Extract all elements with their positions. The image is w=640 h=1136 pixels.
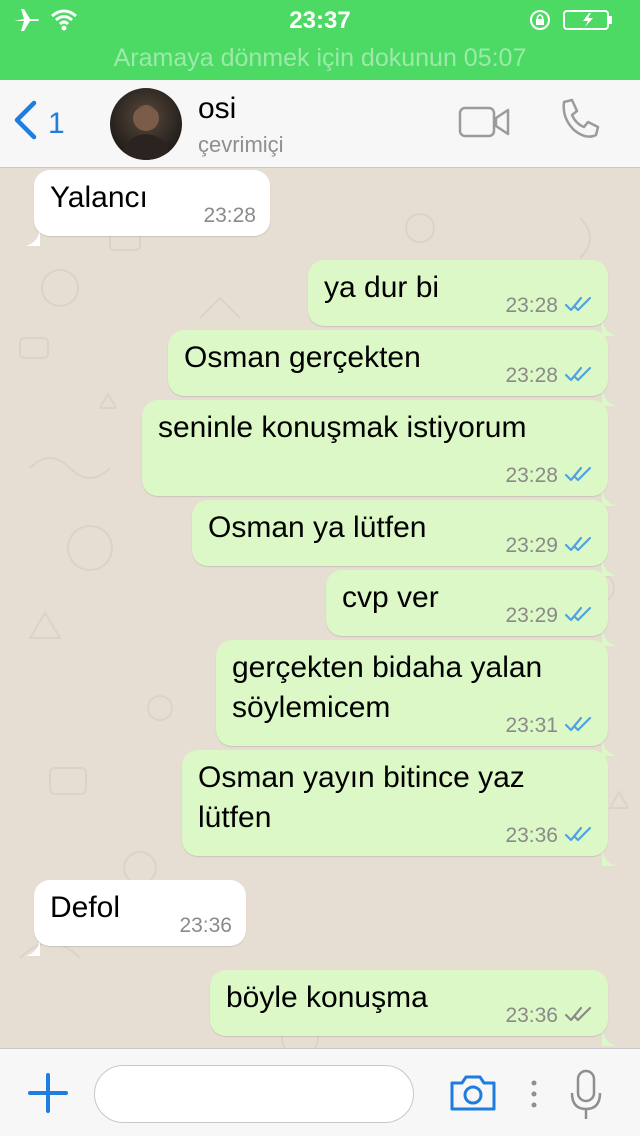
bubble-tail <box>602 620 616 646</box>
incoming-message[interactable]: Yalancı 23:28 <box>26 170 270 246</box>
phone-call-icon[interactable] <box>556 96 602 147</box>
bubble-tail <box>602 550 616 576</box>
chat-header: 1 osi çevrimiçi <box>0 80 640 168</box>
video-call-icon[interactable] <box>458 104 510 145</box>
bubble-tail <box>602 480 616 506</box>
outgoing-message[interactable]: gerçekten bidaha yalan söylemicem 23:31 <box>216 640 616 756</box>
outgoing-message[interactable]: Osman gerçekten 23:28 <box>168 330 616 406</box>
outgoing-message[interactable]: Osman ya lütfen 23:29 <box>192 500 616 576</box>
message-time: 23:28 <box>203 204 256 227</box>
rotation-lock-icon <box>528 8 552 37</box>
more-dots-icon[interactable] <box>530 1079 538 1114</box>
contact-presence: çevrimiçi <box>198 132 284 157</box>
bubble-tail <box>602 730 616 756</box>
outgoing-message[interactable]: ya dur bi 23:28 <box>308 260 616 336</box>
avatar[interactable] <box>110 88 182 160</box>
read-ticks-icon <box>564 364 594 388</box>
message-text: gerçekten bidaha yalan <box>232 651 543 684</box>
read-ticks-icon <box>564 534 594 558</box>
read-ticks-icon <box>564 714 594 738</box>
read-ticks-icon <box>564 604 594 628</box>
status-bar: 23:37 Aramaya dönmek için dokunun 05:07 <box>0 0 640 80</box>
battery-charging-icon <box>563 9 615 36</box>
outgoing-message[interactable]: böyle konuşma 23:36 <box>210 970 616 1046</box>
message-meta: 23:36 <box>505 1004 594 1028</box>
message-meta: 23:29 <box>505 604 594 628</box>
camera-icon[interactable] <box>448 1073 498 1118</box>
message-meta: 23:29 <box>505 534 594 558</box>
message-meta: 23:31 <box>505 714 594 738</box>
unread-count: 1 <box>48 107 65 140</box>
message-text: Osman yayın bitince yaz <box>198 761 525 794</box>
message-meta: 23:28 <box>505 294 594 318</box>
return-to-call-banner[interactable]: Aramaya dönmek için dokunun 05:07 <box>0 44 640 73</box>
back-chevron-icon <box>12 100 38 148</box>
read-ticks-icon <box>564 824 594 848</box>
bubble-tail <box>602 840 616 866</box>
plus-icon[interactable] <box>28 1073 68 1118</box>
message-time: 23:29 <box>505 534 558 557</box>
message-meta: 23:28 <box>203 204 256 228</box>
outgoing-message[interactable]: seninle konuşmak istiyorum 23:28 <box>142 400 616 506</box>
delivered-ticks-icon <box>564 1004 594 1028</box>
message-text: seninle konuşmak istiyorum <box>158 411 527 444</box>
bubble-tail <box>602 1020 616 1046</box>
back-button[interactable]: 1 <box>12 100 65 148</box>
bubble-tail <box>26 220 40 246</box>
bubble-tail <box>26 930 40 956</box>
message-time: 23:28 <box>505 294 558 317</box>
message-time: 23:36 <box>505 1004 558 1027</box>
chat-area[interactable]: Yalancı 23:28 ya dur bi 23:28 Osman gerçekte… <box>0 168 640 1048</box>
input-bar <box>0 1048 640 1136</box>
read-ticks-icon <box>564 464 594 488</box>
message-input[interactable] <box>94 1065 414 1123</box>
message-time: 23:28 <box>505 364 558 387</box>
microphone-icon[interactable] <box>568 1069 604 1126</box>
outgoing-message[interactable]: cvp ver 23:29 <box>326 570 616 646</box>
message-time: 23:28 <box>505 464 558 487</box>
outgoing-message[interactable]: Osman yayın bitince yaz lütfen 23:36 <box>182 750 616 866</box>
message-meta: 23:28 <box>505 464 594 488</box>
message-time: 23:36 <box>505 824 558 847</box>
message-time: 23:29 <box>505 604 558 627</box>
read-ticks-icon <box>564 294 594 318</box>
message-meta: 23:36 <box>179 914 232 938</box>
message-meta: 23:28 <box>505 364 594 388</box>
incoming-message[interactable]: Defol 23:36 <box>26 880 246 956</box>
message-meta: 23:36 <box>505 824 594 848</box>
contact-name[interactable]: osi <box>198 92 236 126</box>
bubble-tail <box>602 380 616 406</box>
bubble-tail <box>602 310 616 336</box>
message-time: 23:36 <box>179 914 232 937</box>
message-time: 23:31 <box>505 714 558 737</box>
